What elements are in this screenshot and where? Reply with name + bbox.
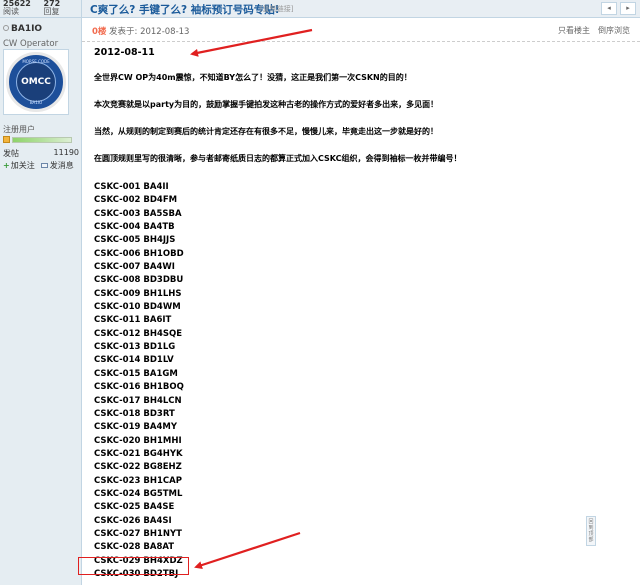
annotation-arrows: [190, 28, 313, 569]
arrow-to-date-icon: [190, 28, 313, 57]
arrow-to-highlight-icon: [194, 531, 301, 569]
